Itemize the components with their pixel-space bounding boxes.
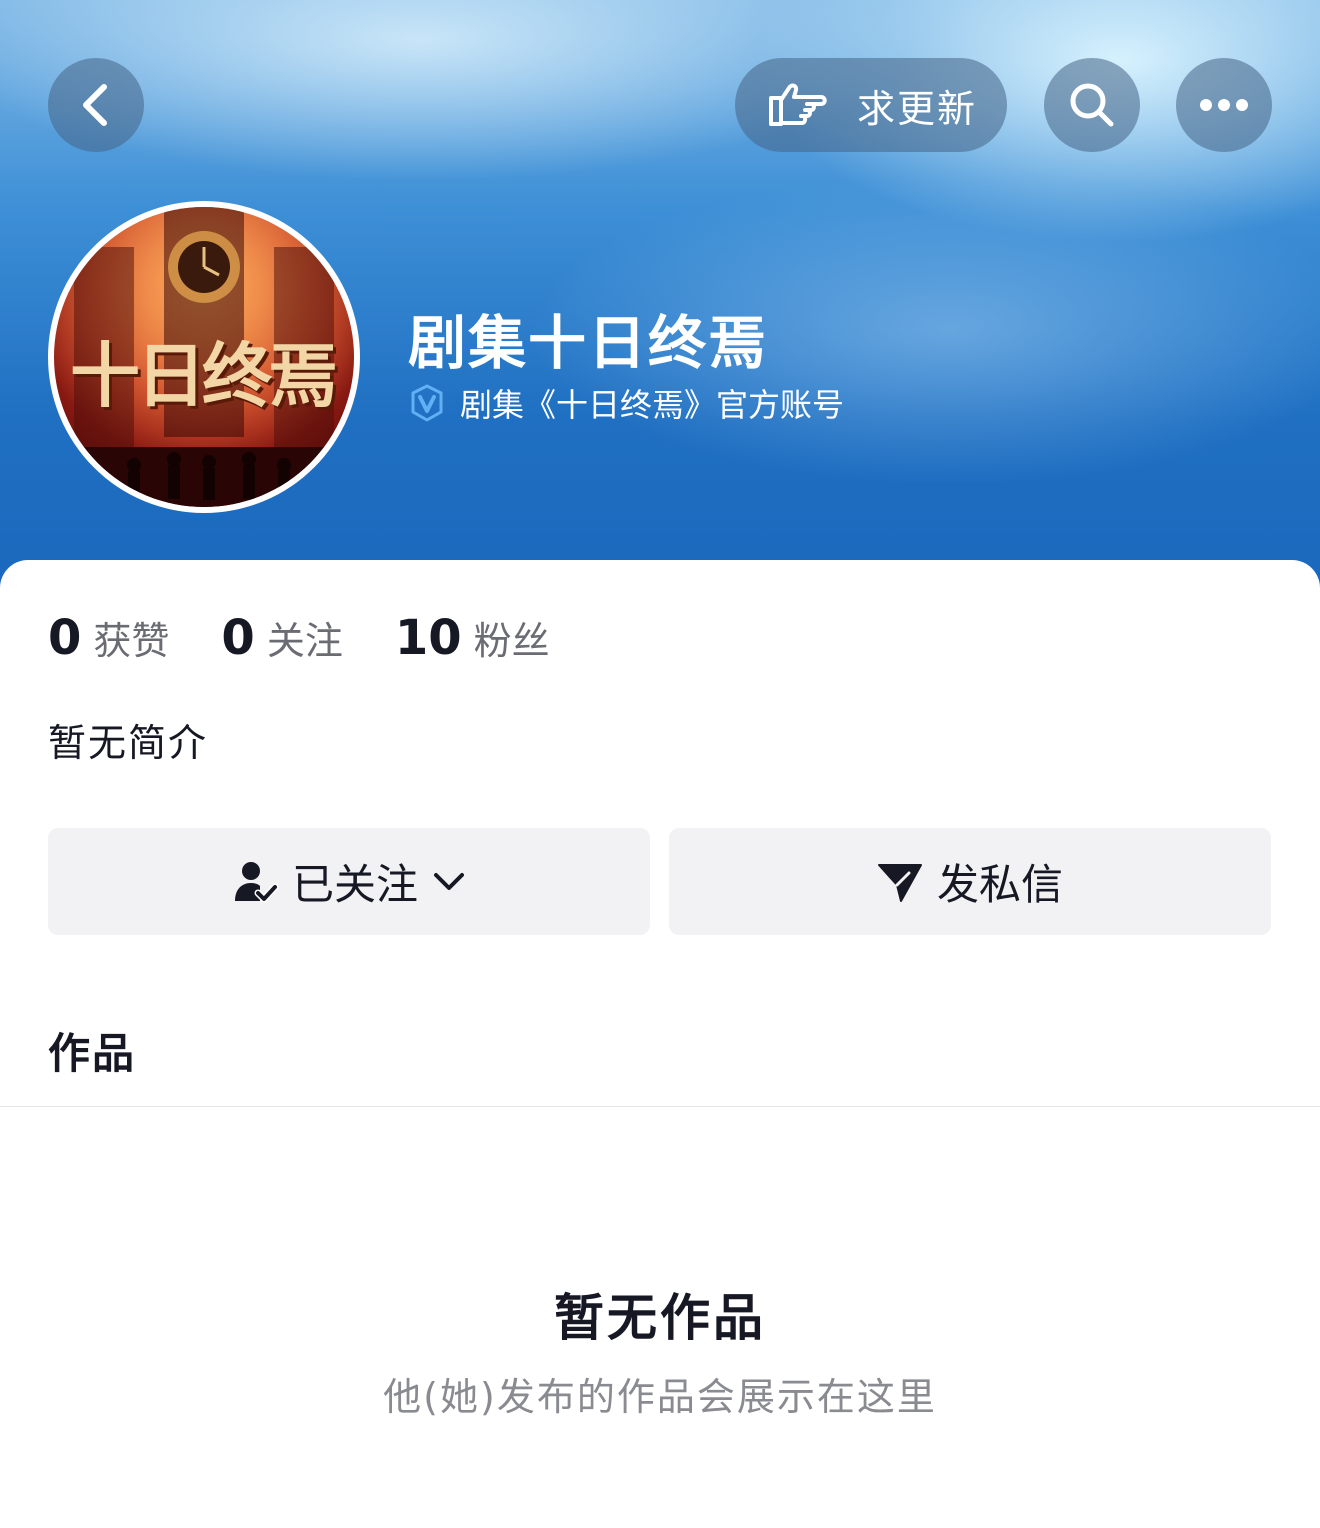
stat-followers-label: 粉丝 (473, 619, 550, 663)
stat-likes[interactable]: 0 获赞 (48, 610, 169, 666)
more-options-button[interactable] (1176, 58, 1272, 152)
empty-works-subtitle: 他(她)发布的作品会展示在这里 (383, 1375, 937, 1419)
profile-name: 剧集十日终焉 (408, 309, 769, 377)
send-message-button[interactable]: 发私信 (669, 828, 1271, 935)
empty-works-title: 暂无作品 (554, 1289, 766, 1347)
verified-badge-icon (411, 384, 443, 422)
profile-bio: 暂无简介 (48, 721, 209, 765)
works-tab[interactable]: 作品 (48, 1020, 136, 1081)
stat-following-label: 关注 (266, 619, 343, 663)
chevron-down-icon (434, 872, 464, 890)
search-icon (1070, 83, 1114, 127)
stat-likes-value: 0 (48, 610, 82, 666)
verification-line: 剧集《十日终焉》官方账号 (408, 380, 844, 426)
stat-following[interactable]: 0 关注 (221, 610, 342, 666)
works-divider (0, 1106, 1320, 1107)
request-update-label: 求更新 (857, 86, 978, 131)
search-button[interactable] (1044, 58, 1140, 152)
stat-followers[interactable]: 10 粉丝 (395, 610, 550, 666)
more-dots-icon (1200, 99, 1248, 111)
stat-following-value: 0 (221, 610, 255, 666)
avatar-poster-title: 十日终焉 (70, 334, 338, 417)
profile-stats: 0 获赞 0 关注 10 粉丝 (48, 610, 602, 666)
request-update-button[interactable]: 求更新 (735, 58, 1007, 152)
back-button[interactable] (48, 58, 144, 152)
following-button-label: 已关注 (291, 860, 418, 909)
following-button[interactable]: 已关注 (48, 828, 650, 935)
send-message-label: 发私信 (936, 860, 1063, 909)
pointing-hand-icon (769, 83, 827, 126)
user-check-icon (234, 861, 278, 902)
stat-followers-value: 10 (394, 610, 462, 666)
send-arrow-icon (877, 863, 922, 902)
stat-likes-label: 获赞 (93, 619, 170, 663)
back-arrow-icon (83, 84, 107, 126)
verification-text: 剧集《十日终焉》官方账号 (460, 386, 845, 424)
